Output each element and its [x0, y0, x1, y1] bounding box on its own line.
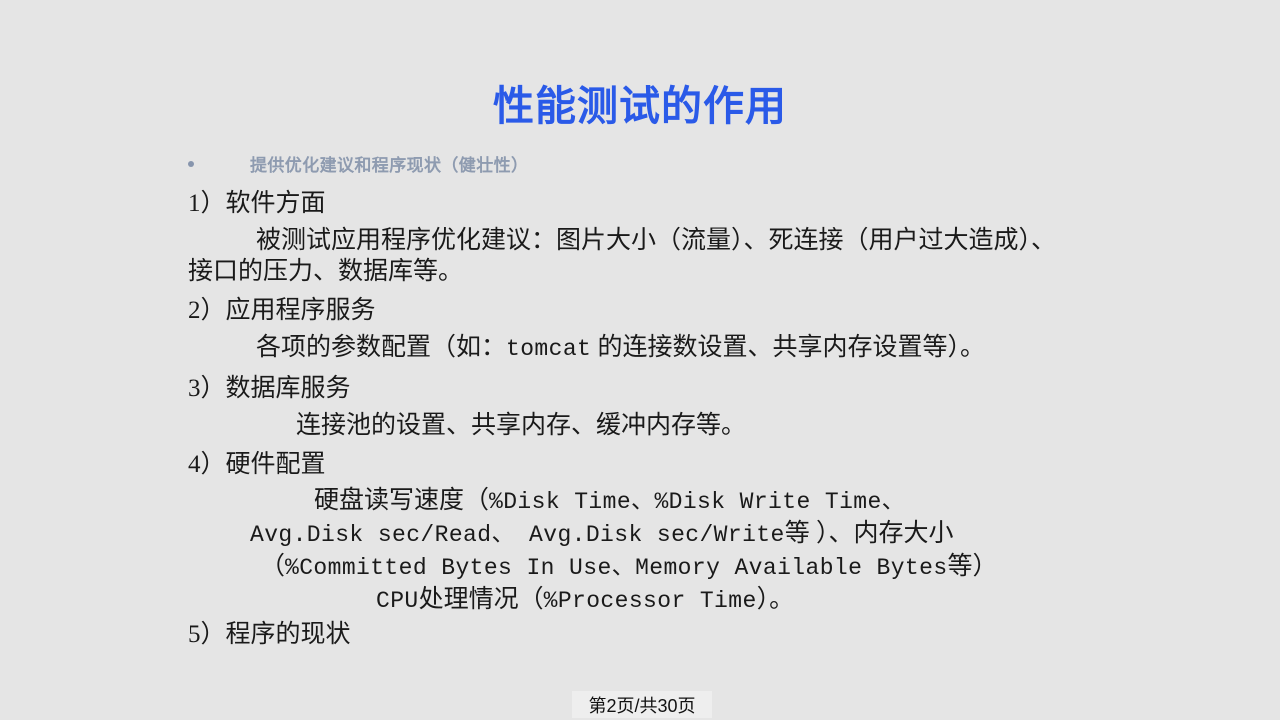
slide-canvas: 性能测试的作用 提供优化建议和程序现状（健壮性） 1）软件方面 被测试应用程序优… — [0, 0, 1280, 720]
section-heading-4: 4）硬件配置 — [188, 451, 326, 478]
section-body-2-pre: 各项的参数配置（如： — [256, 334, 507, 361]
section-body-1: 被测试应用程序优化建议：图片大小（流量）、死连接（用户过大造成）、接口的压力、数… — [188, 227, 1057, 285]
hardware-line-1-pre: 硬盘读写速度（ — [314, 487, 490, 514]
hardware-line-4: CPU处理情况（%Processor Time）。 — [188, 584, 1088, 617]
hardware-line-3-mono: %Committed Bytes In Use、Memory Available… — [285, 555, 948, 581]
hardware-line-3-post: 等） — [947, 553, 998, 580]
hardware-line-4-pre: CPU — [376, 588, 419, 614]
section-body-2-post: 的连接数设置、共享内存设置等）。 — [591, 334, 985, 361]
section-heading-2: 2）应用程序服务 — [188, 297, 376, 324]
section-body-2-mono: tomcat — [506, 336, 592, 362]
bullet-row: 提供优化建议和程序现状（健壮性） — [188, 155, 528, 177]
hardware-line-2: Avg.Disk sec/Read、 Avg.Disk sec/Write等 ）… — [188, 518, 1088, 551]
hardware-line-1-mono: %Disk Time、%Disk Write Time、 — [489, 489, 906, 515]
page-title: 性能测试的作用 — [493, 83, 787, 129]
hardware-line-3-pre: （ — [260, 553, 286, 580]
hardware-line-4-mono: %Processor Time — [543, 588, 757, 614]
hardware-line-1: 硬盘读写速度（%Disk Time、%Disk Write Time、 — [188, 485, 1088, 518]
slide-body: 1）软件方面 被测试应用程序优化建议：图片大小（流量）、死连接（用户过大造成）、… — [188, 186, 1088, 653]
hardware-line-2-mono: Avg.Disk sec/Read、 Avg.Disk sec/Write — [250, 522, 785, 548]
section-body-4: 硬盘读写速度（%Disk Time、%Disk Write Time、 Avg.… — [188, 485, 1088, 617]
section-body-3: 连接池的设置、共享内存、缓冲内存等。 — [296, 412, 747, 439]
section-heading-3: 3）数据库服务 — [188, 375, 351, 402]
section-heading-1: 1）软件方面 — [188, 190, 326, 217]
page-indicator: 第2页/共30页 — [572, 691, 712, 718]
section-body-2: 各项的参数配置（如：tomcat 的连接数设置、共享内存设置等）。 — [188, 332, 1068, 365]
hardware-line-3: （%Committed Bytes In Use、Memory Availabl… — [188, 551, 1088, 584]
bullet-dot-icon — [188, 161, 194, 167]
hardware-line-4-mid: 处理情况（ — [418, 586, 544, 613]
hardware-line-4-post: ）。 — [756, 586, 795, 613]
hardware-line-2-post: 等 ）、内存大小 — [784, 520, 954, 547]
bullet-text: 提供优化建议和程序现状（健壮性） — [250, 156, 529, 175]
section-heading-5: 5）程序的现状 — [188, 621, 351, 648]
